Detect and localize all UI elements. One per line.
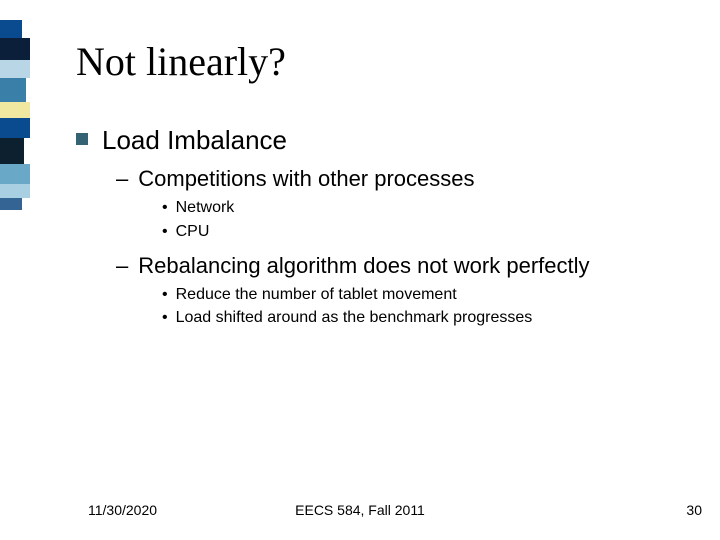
bullet-level3: • Reduce the number of tablet movement	[162, 285, 696, 304]
bullet-text: Competitions with other processes	[138, 166, 474, 192]
footer-center: EECS 584, Fall 2011	[0, 502, 720, 518]
bullet-text: Load shifted around as the benchmark pro…	[176, 308, 533, 327]
decoration-block	[0, 38, 30, 60]
dash-bullet-icon: –	[116, 166, 128, 192]
dot-bullet-icon: •	[162, 222, 168, 241]
bullet-text: Rebalancing algorithm does not work perf…	[138, 253, 589, 279]
decoration-block	[0, 118, 30, 138]
slide-content: Not linearly? Load Imbalance – Competiti…	[76, 38, 696, 332]
dash-bullet-icon: –	[116, 253, 128, 279]
bullet-level2: – Rebalancing algorithm does not work pe…	[116, 253, 696, 279]
decoration-block	[0, 198, 22, 210]
dot-bullet-icon: •	[162, 198, 168, 217]
bullet-text: CPU	[176, 222, 210, 241]
decoration-block	[0, 184, 30, 198]
decoration-block	[0, 60, 30, 78]
bullet-level3: • Load shifted around as the benchmark p…	[162, 308, 696, 327]
bullet-text: Reduce the number of tablet movement	[176, 285, 457, 304]
dot-bullet-icon: •	[162, 285, 168, 304]
dot-bullet-icon: •	[162, 308, 168, 327]
footer-page-number: 30	[686, 502, 702, 518]
slide-title: Not linearly?	[76, 38, 696, 85]
slide-body: Load Imbalance – Competitions with other…	[76, 125, 696, 328]
decoration-block	[0, 164, 30, 184]
bullet-level3: • CPU	[162, 222, 696, 241]
bullet-level3: • Network	[162, 198, 696, 217]
bullet-text: Load Imbalance	[102, 125, 287, 156]
decoration-block	[0, 20, 22, 38]
bullet-level2: – Competitions with other processes	[116, 166, 696, 192]
bullet-text: Network	[176, 198, 235, 217]
decoration-block	[0, 78, 26, 102]
side-decoration	[0, 0, 30, 540]
bullet-level1: Load Imbalance	[76, 125, 696, 156]
decoration-block	[0, 138, 24, 164]
square-bullet-icon	[76, 133, 88, 145]
decoration-block	[0, 102, 30, 118]
